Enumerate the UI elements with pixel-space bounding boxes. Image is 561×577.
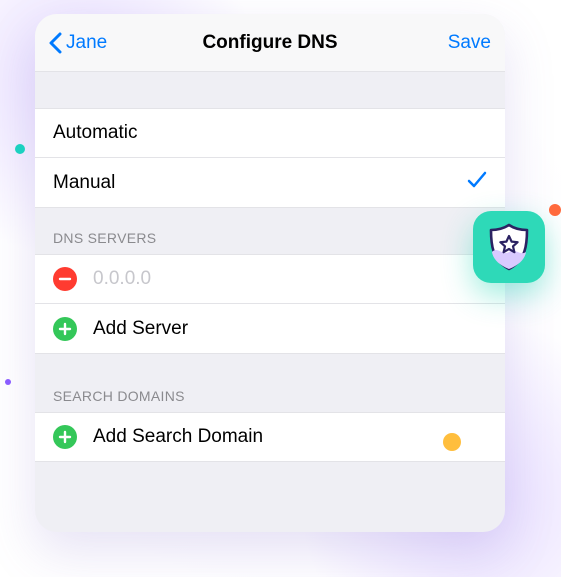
shield-star-icon xyxy=(486,222,532,272)
mode-option-label: Manual xyxy=(53,172,115,194)
decorative-dot xyxy=(549,204,561,216)
decorative-dot xyxy=(5,379,11,385)
dns-server-row xyxy=(35,254,505,304)
spacer xyxy=(35,72,505,108)
add-search-domain-label: Add Search Domain xyxy=(93,426,263,448)
save-button[interactable]: Save xyxy=(448,32,491,54)
mode-option-manual[interactable]: Manual xyxy=(35,158,505,208)
dns-servers-header: DNS SERVERS xyxy=(35,208,505,254)
decorative-dot xyxy=(15,144,25,154)
add-search-domain-row[interactable]: Add Search Domain xyxy=(35,412,505,462)
decorative-dot xyxy=(443,433,461,451)
add-search-domain-button[interactable] xyxy=(53,425,77,449)
chevron-left-icon xyxy=(49,32,62,54)
settings-card: Jane Configure DNS Save Automatic Manual… xyxy=(35,14,505,532)
mode-option-label: Automatic xyxy=(53,122,137,144)
remove-server-button[interactable] xyxy=(53,267,77,291)
nav-bar: Jane Configure DNS Save xyxy=(35,14,505,72)
back-button[interactable]: Jane xyxy=(49,32,107,54)
dns-server-input[interactable] xyxy=(93,268,487,290)
shield-app-icon xyxy=(473,211,545,283)
add-server-row[interactable]: Add Server xyxy=(35,304,505,354)
search-domains-header: SEARCH DOMAINS xyxy=(35,366,505,412)
minus-icon xyxy=(58,272,72,286)
plus-icon xyxy=(58,430,72,444)
add-server-label: Add Server xyxy=(93,318,188,340)
mode-option-automatic[interactable]: Automatic xyxy=(35,108,505,158)
add-server-button[interactable] xyxy=(53,317,77,341)
back-label: Jane xyxy=(66,32,107,54)
plus-icon xyxy=(58,322,72,336)
check-icon xyxy=(467,171,487,195)
spacer xyxy=(35,354,505,366)
